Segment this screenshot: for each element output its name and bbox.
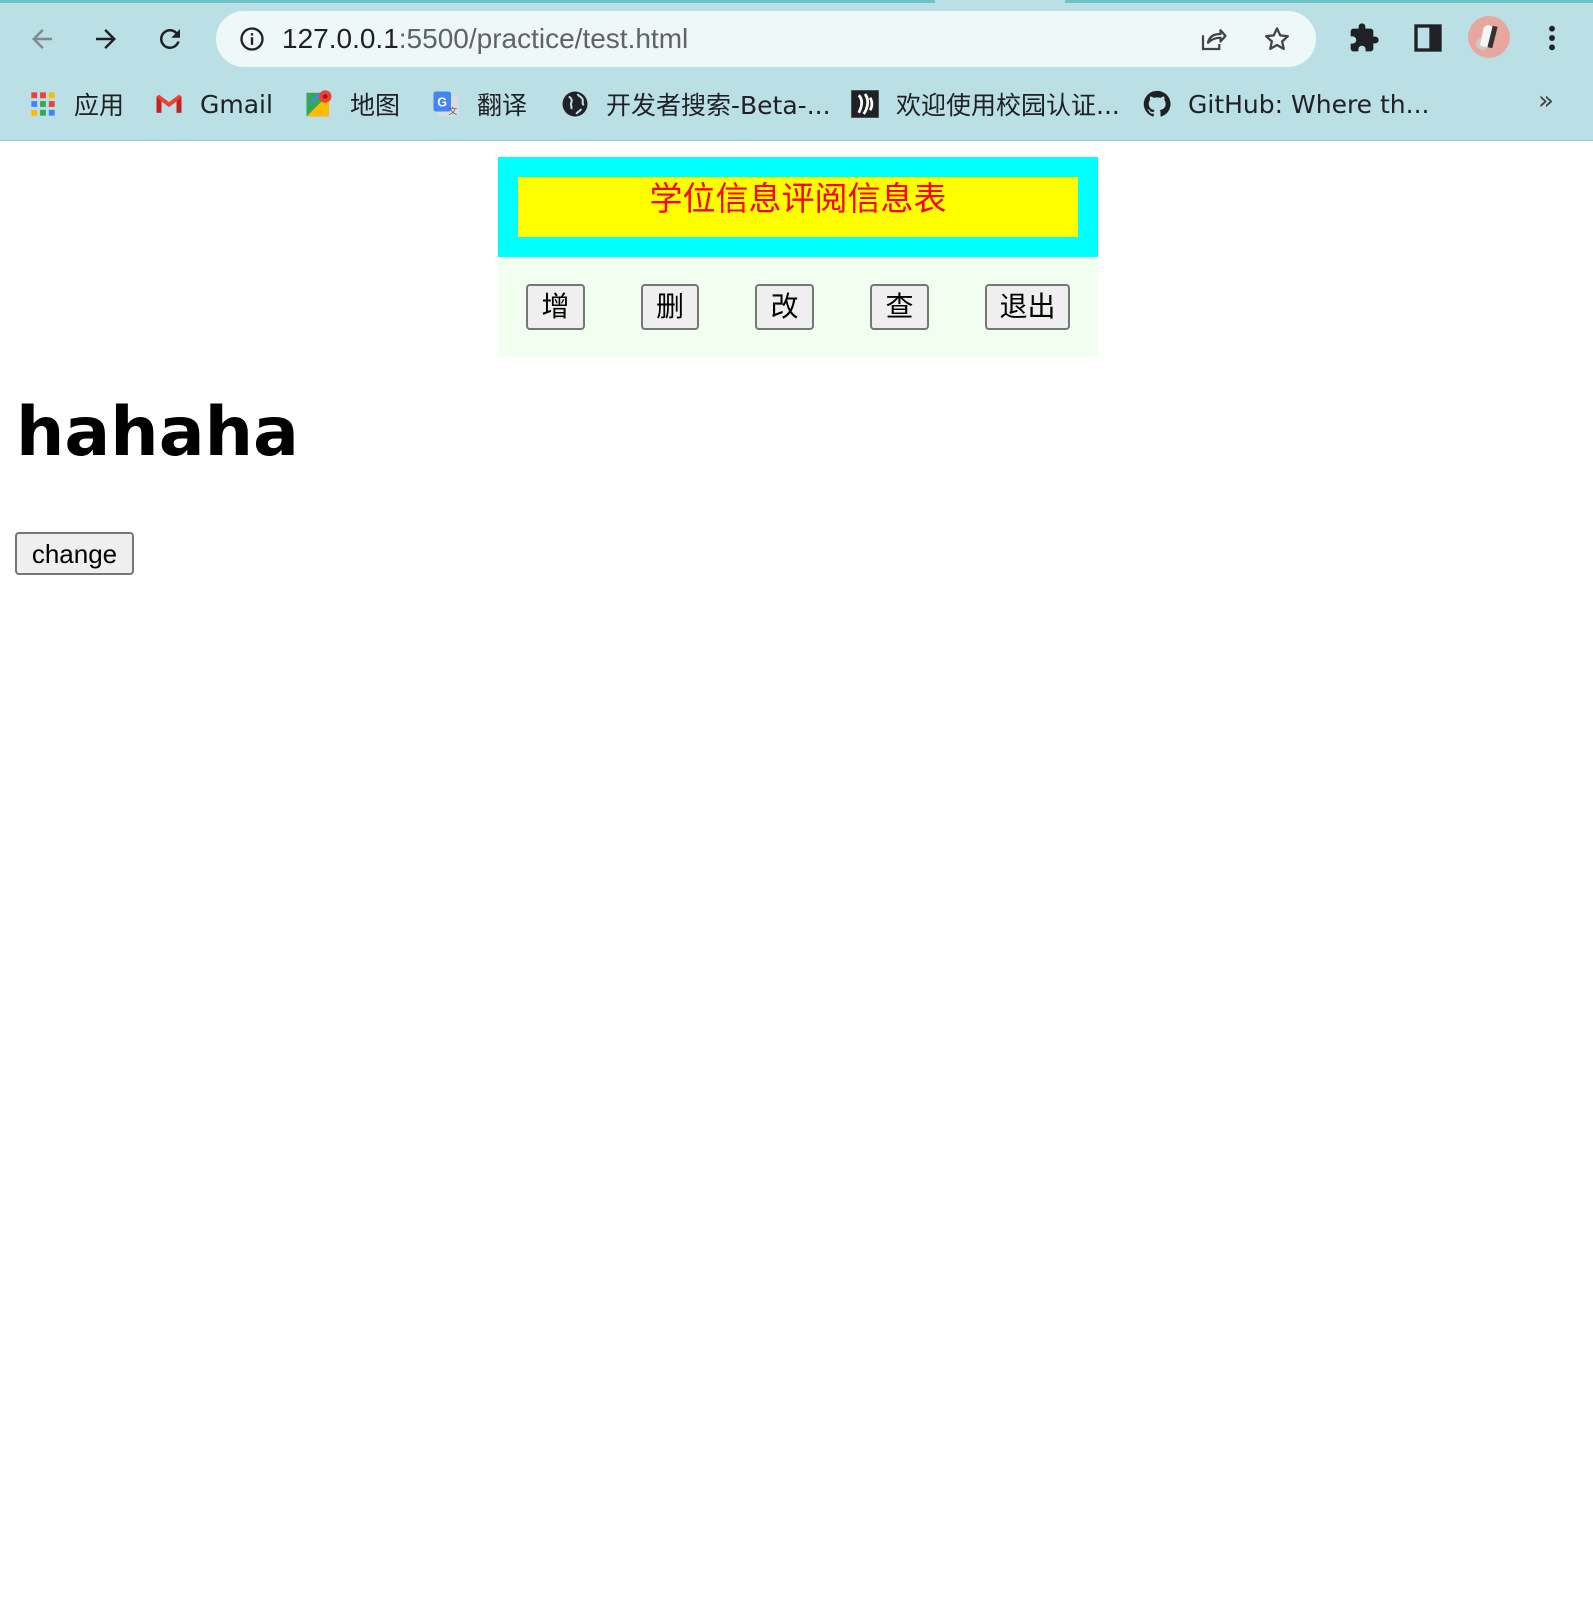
translate-icon: G 文 [431,89,461,119]
bookmark-campus-auth[interactable]: 欢迎使用校园认证... [850,82,1120,126]
profile-avatar[interactable] [1468,16,1510,58]
arrow-right-icon [96,29,116,49]
change-button[interactable]: change [15,532,134,575]
bookmark-label: 开发者搜索-Beta-... [606,91,831,120]
add-button[interactable]: 增 [526,284,585,330]
reload-button[interactable] [148,17,192,61]
bookmark-apps[interactable]: 应用 [28,82,124,126]
bookmark-github[interactable]: GitHub: Where th... [1142,82,1430,126]
bookmark-dev-search[interactable]: 开发者搜索-Beta-... [560,82,831,126]
bookmark-label: 欢迎使用校园认证... [896,91,1120,120]
url-text[interactable]: 127.0.0.1:5500/practice/test.html [282,22,688,56]
bookmark-label: Gmail [200,89,273,119]
apps-grid-icon [28,89,58,119]
side-panel-button[interactable] [1411,21,1445,55]
bookmark-label: 应用 [74,91,125,120]
globe-icon [560,89,590,119]
share-icon[interactable] [1198,24,1228,54]
reload-icon [159,28,180,49]
site-info-icon[interactable] [238,25,266,53]
page-title: 学位信息评阅信息表 [649,179,947,218]
puzzle-icon [1350,23,1379,52]
menu-button[interactable] [1535,21,1569,55]
bookmark-label: 地图 [350,91,401,120]
bookmark-translate[interactable]: G 文 翻译 [431,82,527,126]
active-tab[interactable] [935,0,1065,3]
delete-button[interactable]: 删 [641,284,699,330]
exit-button[interactable]: 退出 [985,284,1070,330]
address-bar[interactable]: 127.0.0.1:5500/practice/test.html [216,11,1316,67]
github-icon [1142,89,1172,119]
back-button[interactable] [20,17,64,61]
forward-button[interactable] [84,17,128,61]
bookmark-label: GitHub: Where th... [1188,89,1430,119]
bookmarks-bar: 应用 Gmail 地图 G 文 翻译 开发者搜索-Beta-... 欢迎使用校园… [0,82,1593,126]
arrow-left-icon [32,29,52,49]
bookmark-star-icon[interactable] [1262,24,1292,54]
header-banner: 学位信息评阅信息表 [498,157,1098,257]
bookmark-gmail[interactable]: Gmail [154,82,273,126]
url-host: 127.0.0.1 [282,23,399,54]
extensions-button[interactable] [1347,21,1381,55]
menu-bar: 增 删 改 查 退出 [498,257,1098,357]
kebab-menu-icon [1549,25,1555,51]
maps-icon [304,89,334,119]
svg-text:G: G [437,96,447,110]
title-panel: 学位信息评阅信息表 [518,177,1078,237]
bookmark-label: 翻译 [477,91,528,120]
more-bookmarks-chevron-icon[interactable]: » [1538,86,1554,116]
gmail-icon [154,89,184,119]
edit-button[interactable]: 改 [755,284,814,330]
page-viewport: 学位信息评阅信息表 增 删 改 查 退出 hahaha change [0,141,1593,1605]
bookmark-maps[interactable]: 地图 [304,82,400,126]
side-panel-icon [1414,24,1442,52]
tab-strip [0,0,1593,3]
url-path: :5500/practice/test.html [398,23,689,54]
headline: hahaha [16,393,299,472]
campus-logo-icon [850,89,880,119]
svg-text:文: 文 [449,105,458,117]
browser-chrome: 127.0.0.1:5500/practice/test.html 应用 Gma… [0,0,1593,141]
query-button[interactable]: 查 [870,284,929,330]
